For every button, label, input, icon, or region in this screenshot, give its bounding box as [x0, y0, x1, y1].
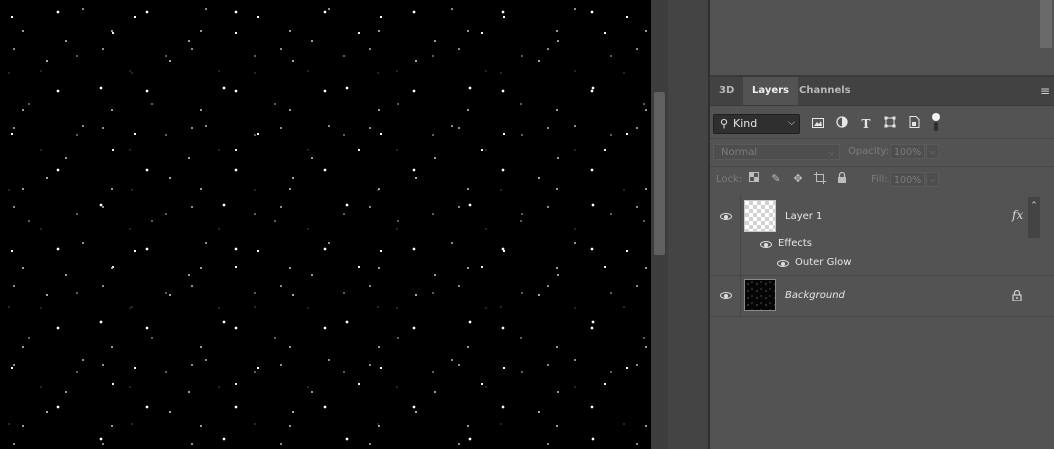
filter-kind-label: Kind: [733, 117, 758, 130]
layers-list: Layer 1 fx ⌃ Effects Outer Glow Backgrou…: [710, 195, 1054, 449]
layer-thumbnail[interactable]: [744, 200, 776, 232]
lock-transparent-pixels-icon[interactable]: [747, 172, 761, 186]
opacity-field[interactable]: 100%: [890, 144, 925, 159]
layer-row-background[interactable]: Background: [710, 276, 1054, 316]
lock-label: Lock:: [716, 174, 743, 185]
canvas-vertical-scrollbar[interactable]: [651, 0, 668, 449]
lock-artboard-icon[interactable]: [813, 172, 827, 186]
visibility-eye-icon[interactable]: [720, 292, 732, 299]
upper-panel-scrollbar[interactable]: [1040, 0, 1052, 48]
opacity-dropdown[interactable]: ⌵: [926, 144, 939, 159]
fill-field[interactable]: 100%: [890, 172, 925, 187]
blend-mode-value: Normal: [721, 147, 758, 158]
image-filter-icon[interactable]: [810, 116, 826, 132]
column-divider: [740, 276, 741, 316]
blend-mode-select[interactable]: Normal ⌵: [713, 144, 840, 160]
smart-object-filter-icon[interactable]: [906, 116, 922, 132]
lock-position-icon[interactable]: ✥: [791, 172, 805, 186]
effect-outer-glow[interactable]: Outer Glow: [795, 257, 851, 268]
visibility-eye-icon[interactable]: [720, 213, 732, 220]
shape-filter-icon[interactable]: [882, 116, 898, 132]
column-divider: [740, 195, 741, 275]
adjustment-filter-icon[interactable]: [834, 116, 850, 132]
layer-filter-row: ⚲ Kind ⌵ T: [710, 111, 1054, 135]
fill-label: Fill:: [871, 174, 888, 185]
fill-dropdown[interactable]: ⌵: [926, 172, 939, 187]
blend-row: Normal ⌵ Opacity: 100% ⌵: [710, 142, 1054, 162]
search-icon: ⚲: [720, 117, 729, 130]
lock-row: Lock: ✎ ✥ Fill: 100% ⌵: [710, 171, 1054, 189]
tab-channels[interactable]: Channels: [790, 77, 860, 105]
chevron-down-icon: ⌵: [788, 118, 795, 128]
opacity-label: Opacity:: [848, 146, 890, 157]
type-filter-icon[interactable]: T: [858, 116, 874, 132]
layer-name[interactable]: Layer 1: [785, 211, 822, 222]
layer-name[interactable]: Background: [785, 290, 845, 301]
upper-panel: [710, 0, 1054, 77]
filter-toggle-icon[interactable]: [928, 112, 944, 131]
divider: [710, 166, 1054, 167]
panel-menu-icon[interactable]: ≡: [1040, 85, 1050, 97]
outer-glow-visibility-eye-icon[interactable]: [777, 260, 789, 267]
collapsed-panel-strip: [668, 0, 709, 449]
chevron-down-icon: ⌵: [828, 148, 835, 157]
scrollbar-thumb[interactable]: [654, 92, 665, 255]
layer-row-layer-1[interactable]: Layer 1 fx ⌃ Effects Outer Glow: [710, 195, 1054, 275]
collapse-effects-button[interactable]: ⌃: [1028, 197, 1040, 238]
lock-all-icon[interactable]: [835, 171, 849, 186]
effects-visibility-eye-icon[interactable]: [760, 241, 772, 248]
layer-lock-icon[interactable]: [1012, 289, 1022, 304]
lock-image-pixels-icon[interactable]: ✎: [769, 172, 783, 186]
panel-tab-bar: 3D Layers Channels ≡: [710, 77, 1054, 106]
layer-thumbnail[interactable]: [744, 279, 776, 311]
document-canvas[interactable]: [0, 0, 651, 449]
fx-badge-icon[interactable]: fx: [1012, 208, 1023, 222]
divider: [710, 138, 1054, 139]
divider: [710, 316, 1054, 317]
filter-kind-select[interactable]: ⚲ Kind ⌵: [713, 114, 800, 134]
effects-label: Effects: [778, 238, 812, 249]
layers-panel: 3D Layers Channels ≡ ⚲ Kind ⌵ T Normal ⌵…: [710, 77, 1054, 449]
tab-3d[interactable]: 3D: [710, 77, 743, 105]
